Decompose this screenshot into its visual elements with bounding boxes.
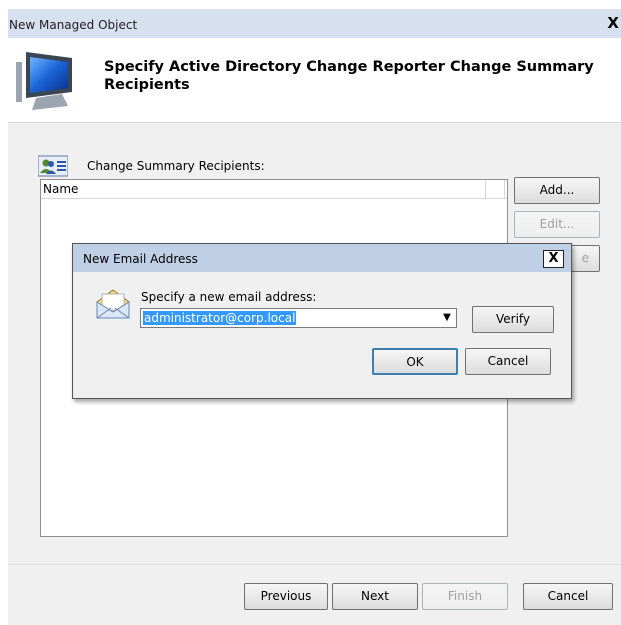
column-divider-end xyxy=(504,180,505,198)
page-heading: Specify Active Directory Change Reporter… xyxy=(104,59,594,93)
finish-button[interactable]: Finish xyxy=(422,583,508,610)
dialog-cancel-button[interactable]: Cancel xyxy=(465,348,551,375)
chevron-down-icon[interactable]: ▼ xyxy=(438,309,456,327)
footer-divider xyxy=(8,564,621,565)
email-prompt-label: Specify a new email address: xyxy=(141,290,317,304)
recipients-label: Change Summary Recipients: xyxy=(87,159,265,173)
column-divider[interactable] xyxy=(485,180,486,198)
people-list-icon xyxy=(38,155,68,177)
dialog-title-bar[interactable]: New Email Address X xyxy=(73,244,571,272)
previous-button[interactable]: Previous xyxy=(244,583,328,610)
close-icon[interactable]: X xyxy=(607,16,619,31)
dialog-body: Specify a new email address: administrat… xyxy=(77,272,565,394)
envelope-icon xyxy=(96,289,130,319)
ok-button[interactable]: OK xyxy=(372,348,458,375)
remove-button-label: e xyxy=(581,251,589,265)
list-header: Name xyxy=(41,180,507,199)
add-button[interactable]: Add... xyxy=(514,177,600,204)
column-header-name[interactable]: Name xyxy=(43,182,78,196)
wizard-banner: Specify Active Directory Change Reporter… xyxy=(8,38,621,123)
dialog-close-icon[interactable]: X xyxy=(543,250,564,268)
cancel-button[interactable]: Cancel xyxy=(523,583,613,610)
email-combobox[interactable]: administrator@corp.local ▼ xyxy=(140,308,457,328)
verify-button[interactable]: Verify xyxy=(472,306,554,333)
next-button[interactable]: Next xyxy=(332,583,418,610)
dialog-title: New Email Address xyxy=(83,252,198,266)
title-bar[interactable]: New Managed Object X xyxy=(8,9,621,38)
monitor-icon xyxy=(16,52,72,110)
window-title: New Managed Object xyxy=(9,18,138,32)
new-email-dialog: New Email Address X Specify a new email … xyxy=(72,243,572,399)
email-input-value[interactable]: administrator@corp.local xyxy=(143,311,297,325)
edit-button[interactable]: Edit... xyxy=(514,211,600,238)
